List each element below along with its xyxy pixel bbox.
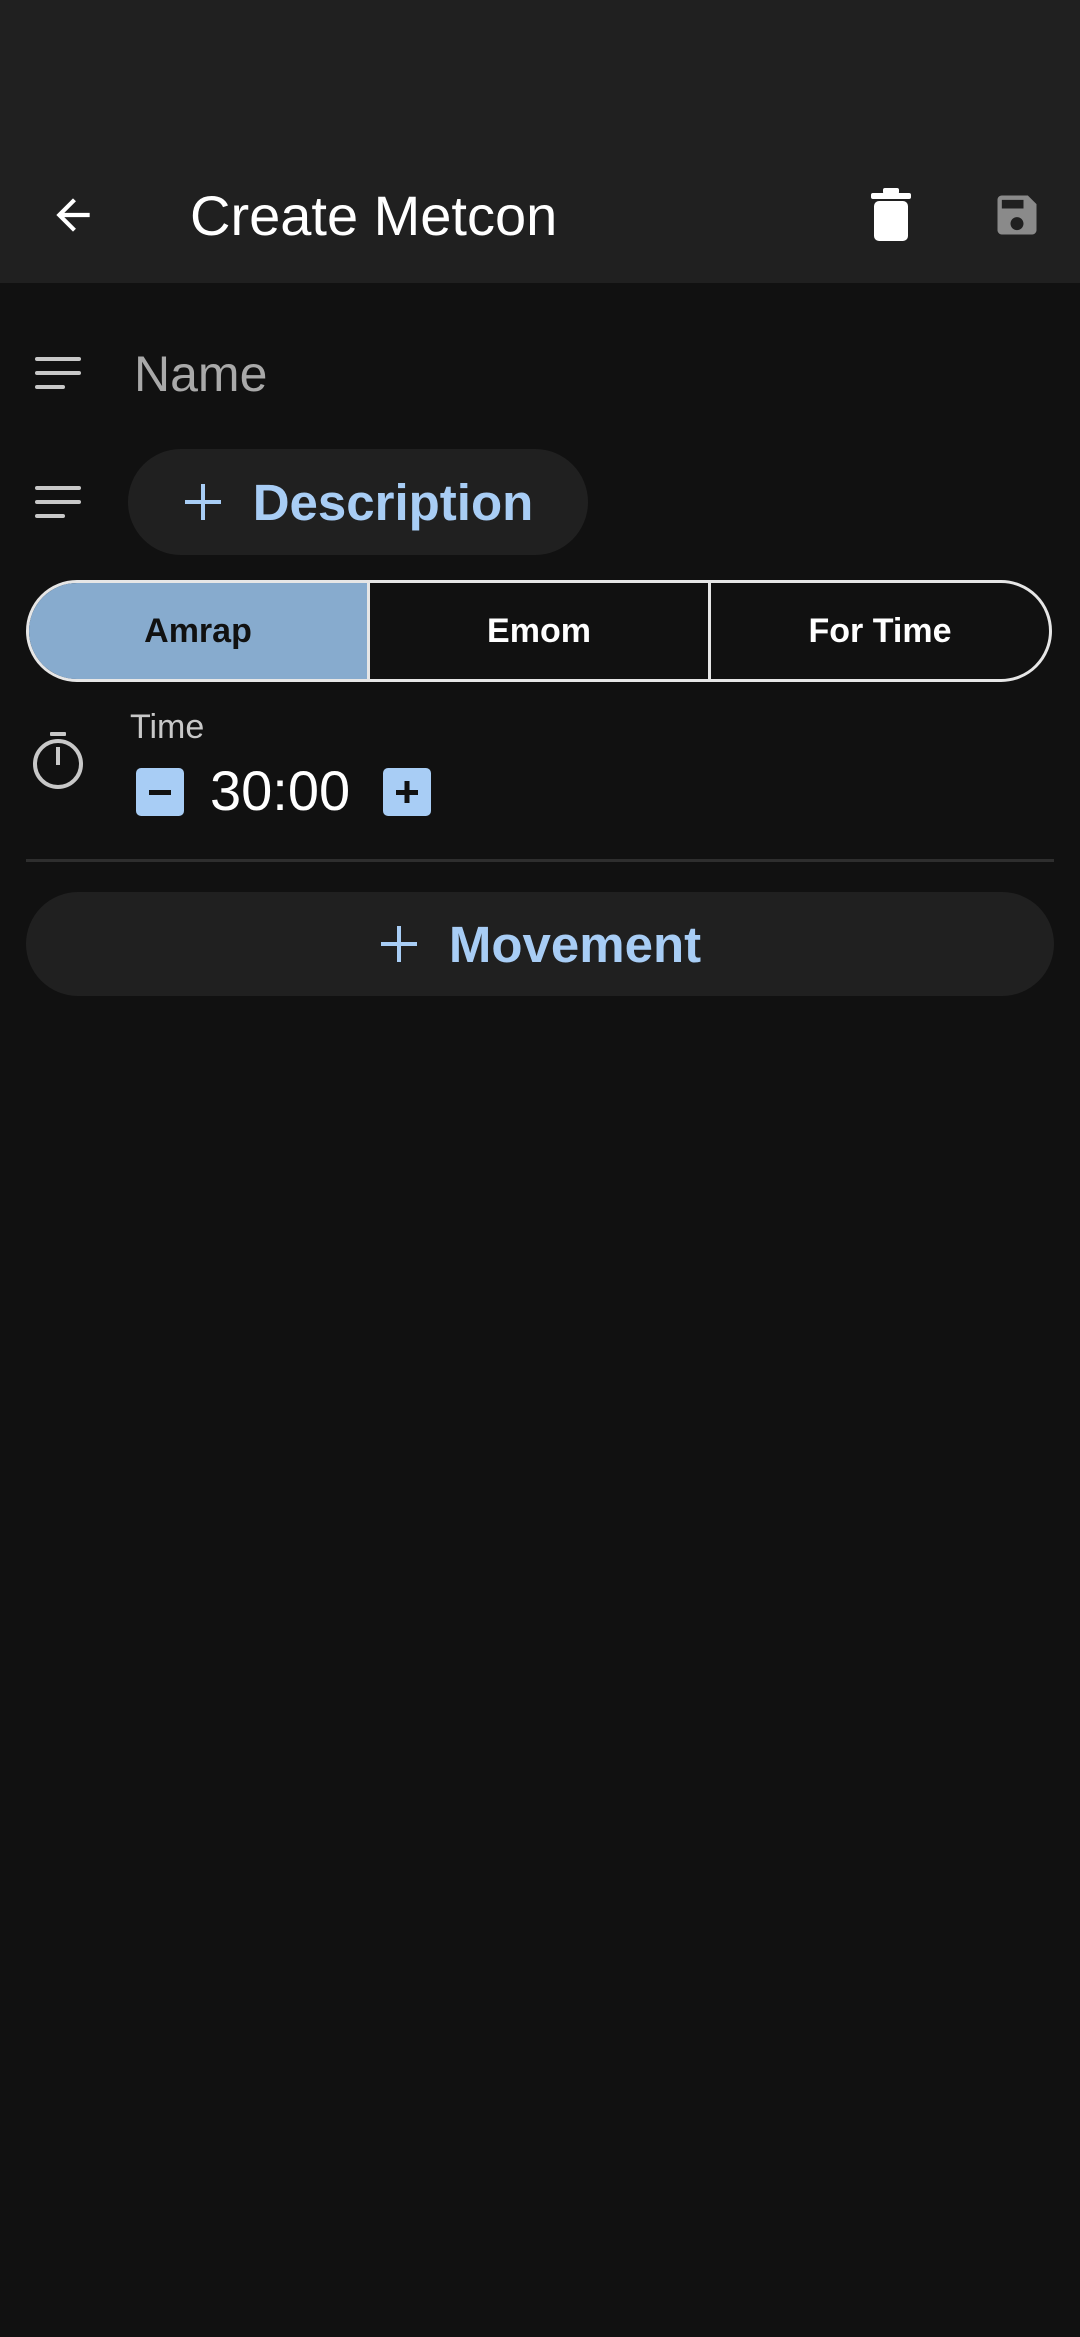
notes-icon (28, 343, 88, 403)
plus-icon (379, 924, 419, 964)
add-movement-button[interactable]: Movement (26, 892, 1054, 996)
notes-icon (28, 472, 88, 532)
arrow-back-icon (56, 198, 90, 232)
delete-button[interactable] (846, 170, 936, 260)
app-bar: Create Metcon (0, 150, 1080, 283)
page-title: Create Metcon (190, 184, 558, 247)
metcon-type-selector: Amrap Emom For Time (26, 580, 1052, 682)
add-description-button[interactable]: Description (128, 449, 588, 555)
save-button[interactable] (972, 170, 1062, 260)
segment-amrap[interactable]: Amrap (29, 583, 367, 679)
floppy-disk-icon (997, 195, 1037, 235)
time-value[interactable]: 30:00 (210, 756, 350, 826)
segment-emom[interactable]: Emom (367, 583, 708, 679)
divider (26, 859, 1054, 862)
trash-icon (871, 188, 911, 241)
minus-icon (149, 790, 171, 795)
plus-icon (183, 482, 223, 522)
time-label: Time (130, 708, 205, 746)
decrease-time-button[interactable] (136, 768, 184, 816)
add-description-label: Description (252, 473, 534, 531)
back-button[interactable] (28, 170, 118, 260)
add-movement-label: Movement (448, 915, 702, 973)
name-input[interactable] (132, 340, 1036, 408)
stopwatch-icon (28, 731, 88, 791)
plus-icon (396, 781, 418, 803)
segment-for-time[interactable]: For Time (708, 583, 1049, 679)
increase-time-button[interactable] (383, 768, 431, 816)
status-bar-area (0, 0, 1080, 150)
